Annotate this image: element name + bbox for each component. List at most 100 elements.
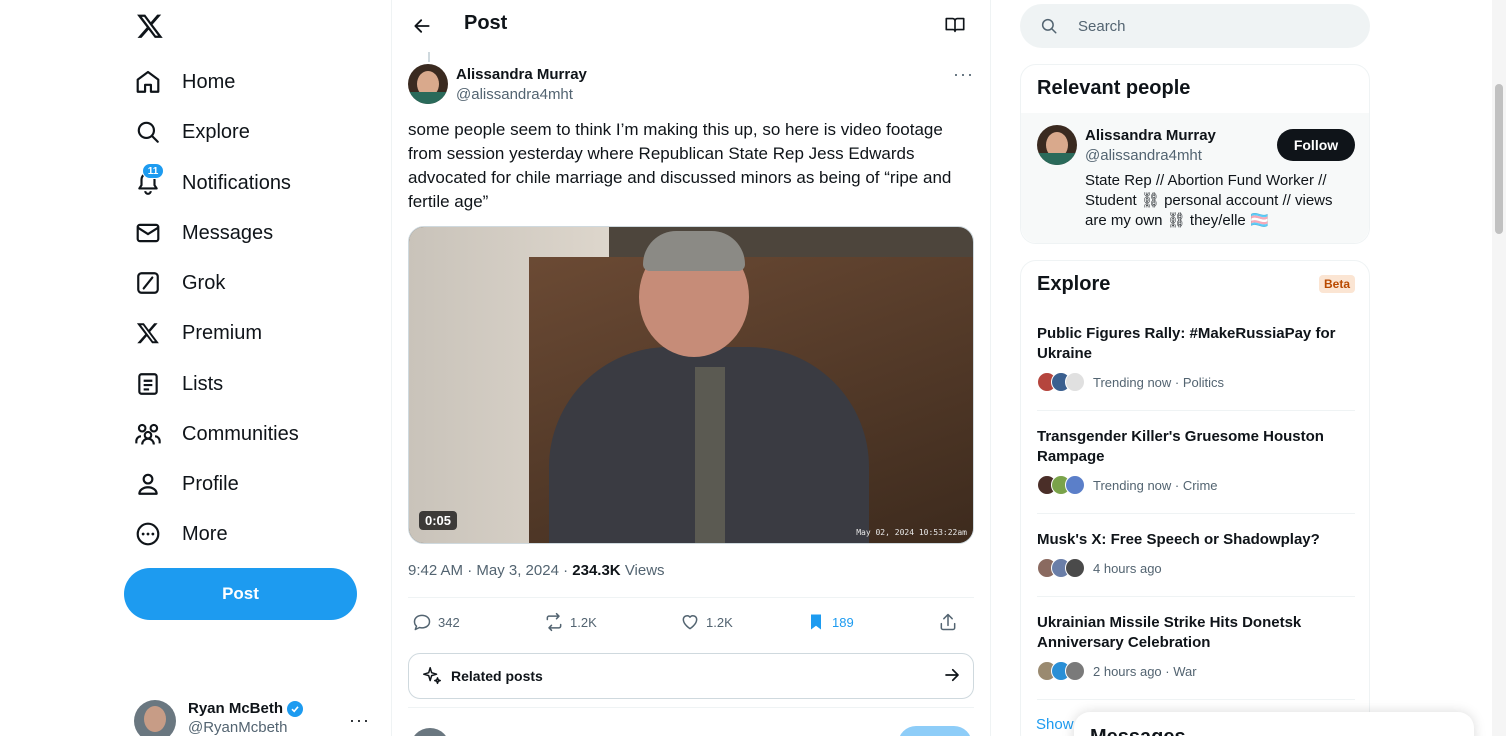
nav-item-communities[interactable]: Communities (134, 410, 299, 458)
search-icon (1041, 18, 1057, 34)
page-scrollbar[interactable] (1492, 0, 1506, 736)
author-handle[interactable]: @alissandra4mht (456, 86, 573, 103)
trend-meta: 4 hours ago (1093, 560, 1162, 576)
beta-badge: Beta (1318, 275, 1355, 293)
share-icon (940, 613, 956, 631)
account-switcher[interactable]: Ryan McBeth @RyanMcbeth ··· (134, 700, 374, 736)
nav-item-more[interactable]: More (134, 510, 228, 558)
trend-avatars (1037, 661, 1085, 681)
trend-avatars (1037, 558, 1085, 578)
bell-icon: 11 (134, 163, 164, 197)
nav-item-home[interactable]: Home (134, 58, 235, 106)
post-time[interactable]: 9:42 AM · May 3, 2024 (408, 562, 559, 579)
trend-title: Ukrainian Missile Strike Hits Donetsk An… (1037, 614, 1302, 651)
post-more-icon[interactable]: ··· (953, 64, 974, 85)
scrollbar-thumb[interactable] (1495, 84, 1503, 234)
relevant-person[interactable]: Alissandra Murray @alissandra4mht State … (1021, 113, 1369, 243)
trend-avatars (1037, 372, 1085, 392)
more-circle-icon (134, 520, 162, 548)
trend-avatars (1037, 475, 1085, 495)
nav-item-lists[interactable]: Lists (134, 360, 223, 408)
show-more-link[interactable]: Show (1036, 716, 1074, 733)
people-icon (134, 420, 162, 448)
video-duration: 0:05 (419, 511, 458, 530)
person-avatar (1037, 125, 1077, 165)
nav-label-notifications: Notifications (182, 171, 291, 194)
divider (1037, 513, 1355, 514)
share-button[interactable] (938, 606, 958, 638)
post-actions: 342 1.2K 1.2K 189 (408, 606, 974, 638)
post-text: some people seem to think I’m making thi… (408, 120, 952, 211)
nav-item-profile[interactable]: Profile (134, 460, 239, 508)
bookmark-icon (811, 614, 821, 630)
trend-item[interactable]: Transgender Killer's Gruesome Houston Ra… (1037, 427, 1355, 495)
nav-item-grok[interactable]: Grok (134, 259, 225, 307)
post-button[interactable]: Post (124, 568, 357, 620)
nav-label-grok: Grok (182, 271, 226, 294)
x-logo-icon[interactable] (134, 10, 166, 42)
reply-submit-button[interactable] (898, 726, 972, 736)
author-avatar[interactable] (408, 64, 448, 104)
trend-title: Musk's X: Free Speech or Shadowplay? (1037, 531, 1320, 548)
author-name[interactable]: Alissandra Murray (456, 66, 587, 83)
nav-item-notifications[interactable]: 11 Notifications (134, 159, 291, 207)
trend-item[interactable]: Ukrainian Missile Strike Hits Donetsk An… (1037, 613, 1355, 681)
reader-mode-icon[interactable] (944, 14, 968, 38)
like-button[interactable]: 1.2K (680, 606, 733, 638)
relevant-people-card: Relevant people Alissandra Murray @aliss… (1020, 64, 1370, 244)
relevant-people-title: Relevant people (1037, 77, 1191, 99)
trend-item[interactable]: Musk's X: Free Speech or Shadowplay? 4 h… (1037, 530, 1355, 578)
related-posts-button[interactable]: Related posts (408, 653, 974, 699)
follow-button[interactable]: Follow (1277, 129, 1355, 161)
account-more-icon[interactable]: ··· (349, 710, 370, 731)
nav-label-messages: Messages (182, 221, 274, 244)
back-arrow-icon[interactable] (408, 12, 436, 40)
reply-count: 342 (438, 614, 460, 630)
messages-drawer[interactable]: Messages (1074, 712, 1474, 736)
thread-connector (428, 52, 430, 62)
envelope-icon (134, 219, 162, 247)
nav-label-premium: Premium (182, 321, 263, 344)
repost-icon (546, 612, 562, 632)
nav-label-communities: Communities (182, 422, 299, 445)
related-posts-label: Related posts (451, 668, 543, 684)
person-bio: State Rep // Abortion Fund Worker // Stu… (1085, 172, 1333, 229)
post-header: Post (392, 0, 990, 52)
nav-label-explore: Explore (182, 120, 250, 143)
post-video[interactable]: 0:05 May 02, 2024 10:53:22am (408, 226, 974, 544)
home-icon (134, 68, 162, 96)
nav-item-explore[interactable]: Explore (134, 108, 250, 156)
views-label: Views (624, 562, 665, 579)
page-title: Post (464, 12, 508, 34)
explore-title: Explore (1037, 273, 1111, 295)
trend-title: Public Figures Rally: #MakeRussiaPay for… (1037, 325, 1336, 362)
right-sidebar: Search Relevant people Alissandra Murray… (1020, 0, 1372, 736)
search-input[interactable]: Search (1078, 18, 1126, 35)
messages-drawer-title: Messages (1090, 726, 1186, 736)
person-handle: @alissandra4mht (1085, 147, 1202, 164)
post-meta: 9:42 AM · May 3, 2024 · 234.3K Views (408, 562, 665, 579)
trend-meta: Trending now · Crime (1093, 477, 1218, 493)
post-author: Alissandra Murray @alissandra4mht ··· (408, 64, 974, 106)
list-icon (134, 370, 162, 398)
nav-item-premium[interactable]: Premium (134, 309, 262, 357)
trend-meta: 2 hours ago · War (1093, 663, 1197, 679)
search-bar[interactable]: Search (1020, 4, 1370, 48)
reply-button[interactable]: 342 (412, 606, 460, 638)
x-icon (134, 319, 162, 347)
grok-icon (134, 269, 162, 297)
person-icon (134, 470, 162, 498)
nav-label-more: More (182, 522, 228, 545)
divider (1037, 699, 1355, 700)
bookmark-button[interactable]: 189 (806, 606, 854, 638)
trend-item[interactable]: Public Figures Rally: #MakeRussiaPay for… (1037, 324, 1355, 392)
divider (1037, 410, 1355, 411)
verified-badge-icon (287, 700, 304, 717)
nav-label-profile: Profile (182, 472, 239, 495)
like-count: 1.2K (706, 614, 733, 630)
person-name: Alissandra Murray (1085, 127, 1216, 144)
nav-item-messages[interactable]: Messages (134, 209, 273, 257)
nav-label-lists: Lists (182, 372, 224, 395)
repost-button[interactable]: 1.2K (544, 606, 597, 638)
divider (408, 597, 974, 598)
